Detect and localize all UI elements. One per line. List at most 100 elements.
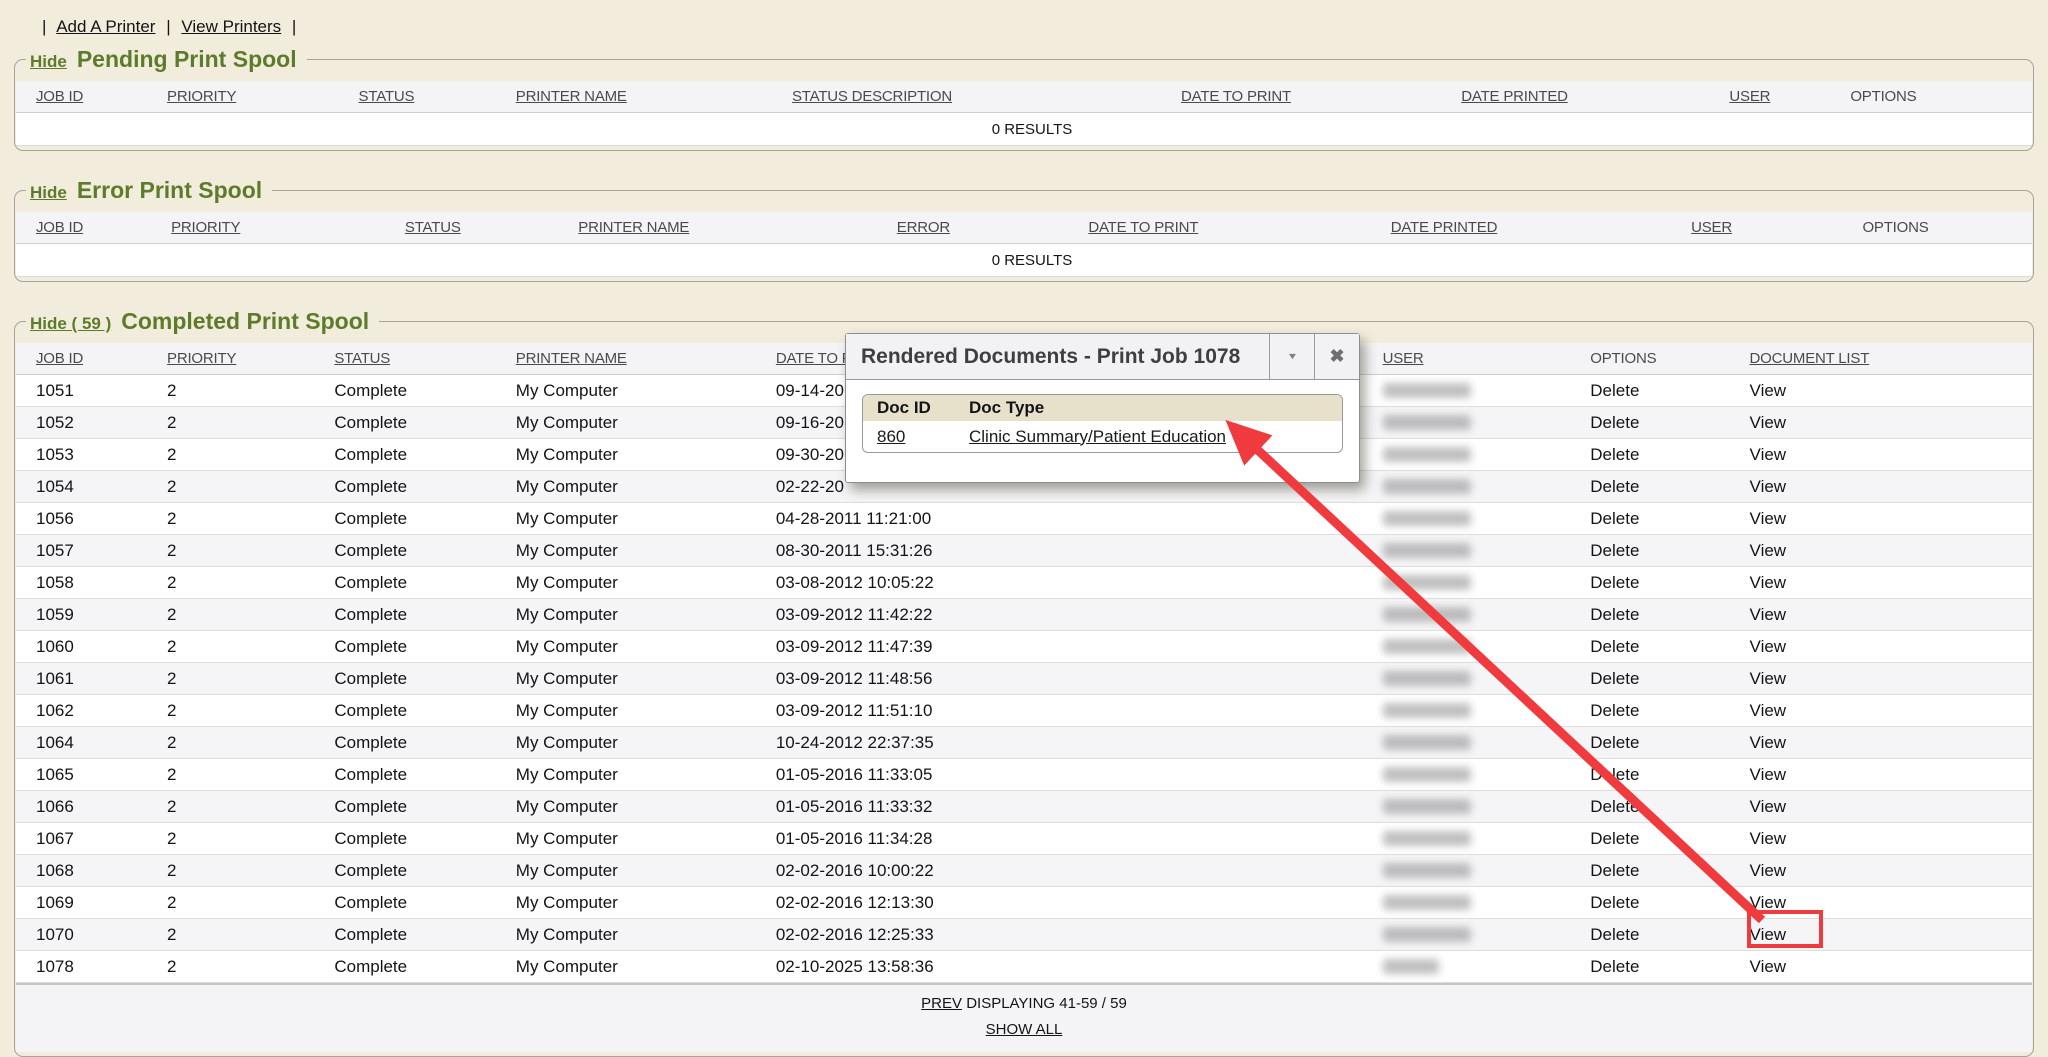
delete-link[interactable]: Delete bbox=[1590, 381, 1639, 400]
column-header-date-printed[interactable]: DATE PRINTED bbox=[1371, 212, 1671, 244]
column-header-printer-name[interactable]: PRINTER NAME bbox=[496, 343, 756, 375]
add-a-printer-link[interactable]: Add A Printer bbox=[56, 17, 155, 36]
date-to-print-cell: 10-24-2012 22:37:35 bbox=[756, 727, 1117, 759]
delete-link[interactable]: Delete bbox=[1590, 445, 1639, 464]
delete-link[interactable]: Delete bbox=[1590, 509, 1639, 528]
delete-link[interactable]: Delete bbox=[1590, 669, 1639, 688]
delete-link[interactable]: Delete bbox=[1590, 541, 1639, 560]
column-header-label[interactable]: STATUS bbox=[359, 88, 415, 105]
column-header-printer-name[interactable]: PRINTER NAME bbox=[558, 212, 877, 244]
view-link[interactable]: View bbox=[1750, 893, 1787, 912]
completed-hide-link[interactable]: Hide ( 59 ) bbox=[30, 314, 111, 334]
doc-type-link[interactable]: Clinic Summary/Patient Education bbox=[969, 427, 1226, 446]
pending-header-row: JOB ID PRIORITY STATUS PRINTER NAME STATUS D… bbox=[16, 81, 2032, 113]
view-printers-link[interactable]: View Printers bbox=[181, 17, 281, 36]
delete-link[interactable]: Delete bbox=[1590, 925, 1639, 944]
column-header-label[interactable]: DATE PRINTED bbox=[1461, 88, 1568, 105]
printer-name-cell: My Computer bbox=[496, 631, 756, 663]
view-link[interactable]: View bbox=[1750, 541, 1787, 560]
column-header-date-printed[interactable]: DATE PRINTED bbox=[1441, 81, 1709, 113]
column-header-date-to-print[interactable]: DATE TO PRINT bbox=[1161, 81, 1441, 113]
dialog-close-button[interactable]: ✖ bbox=[1314, 334, 1359, 379]
view-link[interactable]: View bbox=[1750, 733, 1787, 752]
error-hide-link[interactable]: Hide bbox=[30, 183, 67, 203]
delete-link[interactable]: Delete bbox=[1590, 477, 1639, 496]
column-header-label[interactable]: JOB ID bbox=[36, 88, 83, 105]
delete-link[interactable]: Delete bbox=[1590, 765, 1639, 784]
delete-link[interactable]: Delete bbox=[1590, 637, 1639, 656]
column-header-label[interactable]: USER bbox=[1383, 350, 1424, 367]
column-header-printer-name[interactable]: PRINTER NAME bbox=[496, 81, 772, 113]
view-link[interactable]: View bbox=[1750, 765, 1787, 784]
view-link[interactable]: View bbox=[1750, 477, 1787, 496]
pipe-separator: | bbox=[292, 17, 296, 36]
column-header-label[interactable]: JOB ID bbox=[36, 350, 83, 367]
column-header-label[interactable]: USER bbox=[1691, 219, 1732, 236]
column-header-status-description[interactable]: STATUS DESCRIPTION bbox=[772, 81, 1161, 113]
column-header-label[interactable]: USER bbox=[1729, 88, 1770, 105]
dialog-collapse-button[interactable]: ▼ bbox=[1269, 334, 1314, 379]
delete-link[interactable]: Delete bbox=[1590, 701, 1639, 720]
delete-link[interactable]: Delete bbox=[1590, 573, 1639, 592]
column-header-label[interactable]: DATE TO PRINT bbox=[1088, 219, 1198, 236]
column-header-job-id[interactable]: JOB ID bbox=[16, 81, 147, 113]
view-link[interactable]: View bbox=[1750, 925, 1787, 944]
column-header-document-list[interactable]: DOCUMENT LIST bbox=[1730, 343, 2032, 375]
column-header-job-id[interactable]: JOB ID bbox=[16, 212, 151, 244]
column-header-label[interactable]: DATE TO PRINT bbox=[1181, 88, 1291, 105]
priority-cell: 2 bbox=[147, 823, 314, 855]
column-header-user[interactable]: USER bbox=[1709, 81, 1830, 113]
column-header-priority[interactable]: PRIORITY bbox=[147, 81, 339, 113]
column-header-label[interactable]: DATE PRINTED bbox=[1391, 219, 1498, 236]
column-header-label[interactable]: PRIORITY bbox=[171, 219, 240, 236]
column-header-label[interactable]: PRIORITY bbox=[167, 88, 236, 105]
view-link[interactable]: View bbox=[1750, 605, 1787, 624]
delete-link[interactable]: Delete bbox=[1590, 733, 1639, 752]
delete-link[interactable]: Delete bbox=[1590, 893, 1639, 912]
view-link[interactable]: View bbox=[1750, 861, 1787, 880]
column-header-user[interactable]: USER bbox=[1671, 212, 1842, 244]
view-link[interactable]: View bbox=[1750, 381, 1787, 400]
column-header-label[interactable]: PRINTER NAME bbox=[516, 88, 627, 105]
column-header-status[interactable]: STATUS bbox=[385, 212, 558, 244]
column-header-status[interactable]: STATUS bbox=[314, 343, 495, 375]
column-header-priority[interactable]: PRIORITY bbox=[147, 343, 314, 375]
column-header-label[interactable]: JOB ID bbox=[36, 219, 83, 236]
column-header-label[interactable]: STATUS bbox=[334, 350, 390, 367]
view-link[interactable]: View bbox=[1750, 669, 1787, 688]
prev-page-link[interactable]: PREV bbox=[921, 995, 962, 1012]
column-header-status[interactable]: STATUS bbox=[339, 81, 496, 113]
column-header-label[interactable]: STATUS DESCRIPTION bbox=[792, 88, 952, 105]
delete-link[interactable]: Delete bbox=[1590, 829, 1639, 848]
delete-link[interactable]: Delete bbox=[1590, 797, 1639, 816]
column-header-label[interactable]: DOCUMENT LIST bbox=[1750, 350, 1870, 367]
column-header-label[interactable]: PRINTER NAME bbox=[516, 350, 627, 367]
date-to-print-cell: 03-09-2012 11:51:10 bbox=[756, 695, 1117, 727]
printer-name-cell: My Computer bbox=[496, 439, 756, 471]
doc-id-link[interactable]: 860 bbox=[877, 427, 905, 446]
column-header-label[interactable]: ERROR bbox=[897, 219, 950, 236]
view-link[interactable]: View bbox=[1750, 413, 1787, 432]
delete-link[interactable]: Delete bbox=[1590, 413, 1639, 432]
view-link[interactable]: View bbox=[1750, 573, 1787, 592]
column-header-user[interactable]: USER bbox=[1363, 343, 1571, 375]
view-link[interactable]: View bbox=[1750, 637, 1787, 656]
view-link[interactable]: View bbox=[1750, 445, 1787, 464]
column-header-label[interactable]: PRINTER NAME bbox=[578, 219, 689, 236]
column-header-priority[interactable]: PRIORITY bbox=[151, 212, 385, 244]
column-header-label[interactable]: STATUS bbox=[405, 219, 461, 236]
column-header-error[interactable]: ERROR bbox=[877, 212, 1069, 244]
pending-hide-link[interactable]: Hide bbox=[30, 52, 67, 72]
view-link[interactable]: View bbox=[1750, 509, 1787, 528]
view-link[interactable]: View bbox=[1750, 797, 1787, 816]
delete-link[interactable]: Delete bbox=[1590, 605, 1639, 624]
view-link[interactable]: View bbox=[1750, 701, 1787, 720]
close-icon: ✖ bbox=[1329, 346, 1344, 367]
column-header-job-id[interactable]: JOB ID bbox=[16, 343, 147, 375]
column-header-label[interactable]: PRIORITY bbox=[167, 350, 236, 367]
column-header-date-to-print[interactable]: DATE TO PRINT bbox=[1068, 212, 1370, 244]
delete-link[interactable]: Delete bbox=[1590, 861, 1639, 880]
delete-link[interactable]: Delete bbox=[1590, 957, 1639, 976]
view-link[interactable]: View bbox=[1750, 829, 1787, 848]
view-link[interactable]: View bbox=[1750, 957, 1787, 976]
